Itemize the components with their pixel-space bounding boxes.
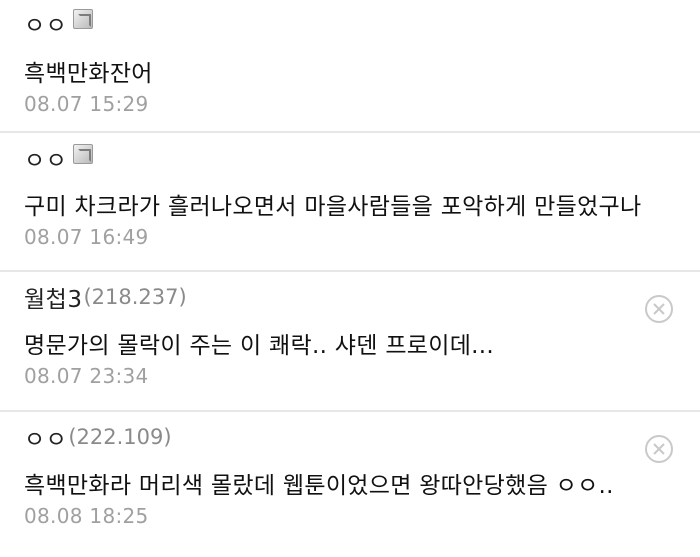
member-badge-icon — [73, 144, 94, 164]
comment-author[interactable]: ㅇㅇ — [24, 141, 67, 175]
close-icon — [653, 303, 665, 315]
comment-date: 08.08 18:25 — [24, 504, 149, 528]
comment-author[interactable]: ㅇㅇ — [24, 6, 67, 40]
comment-item: 월첩3 (218.237) 명문가의 몰락이 주는 이 쾌락.. 샤덴 프로이데… — [0, 272, 700, 412]
delete-comment-button[interactable] — [645, 435, 673, 463]
comment-ip: (218.237) — [83, 285, 187, 309]
comment-author-row: ㅇㅇ — [24, 6, 94, 40]
comment-author[interactable]: ㅇㅇ — [24, 420, 67, 454]
close-icon — [653, 443, 665, 455]
comment-list: ㅇㅇ 흑백만화잔어 08.07 15:29 ㅇㅇ 구미 차크라가 흘러나오면서 … — [0, 0, 700, 557]
comment-ip: (222.109) — [68, 425, 172, 449]
comment-author-row: ㅇㅇ — [24, 141, 94, 175]
comment-item: ㅇㅇ (222.109) 흑백만화라 머리색 몰랐데 웹툰이었으면 왕따안당했음… — [0, 412, 700, 552]
comment-text: 흑백만화라 머리색 몰랐데 웹툰이었으면 왕따안당했음 ㅇㅇ.. — [24, 473, 614, 499]
comment-item: ㅇㅇ 흑백만화잔어 08.07 15:29 — [0, 0, 700, 133]
comment-date: 08.07 23:34 — [24, 364, 149, 388]
delete-comment-button[interactable] — [645, 295, 673, 323]
comment-author-row: ㅇㅇ (222.109) — [24, 420, 172, 454]
comment-date: 08.07 15:29 — [24, 92, 149, 116]
comment-text: 구미 차크라가 흘러나오면서 마을사람들을 포악하게 만들었구나 — [24, 194, 642, 220]
comment-item: ㅇㅇ 구미 차크라가 흘러나오면서 마을사람들을 포악하게 만들었구나 08.0… — [0, 133, 700, 272]
comment-author[interactable]: 월첩3 — [24, 280, 82, 314]
comment-author-row: 월첩3 (218.237) — [24, 280, 187, 314]
comment-text: 명문가의 몰락이 주는 이 쾌락.. 샤덴 프로이데... — [24, 333, 495, 359]
comment-text: 흑백만화잔어 — [24, 61, 153, 87]
member-badge-icon — [73, 9, 94, 29]
comment-date: 08.07 16:49 — [24, 225, 149, 249]
